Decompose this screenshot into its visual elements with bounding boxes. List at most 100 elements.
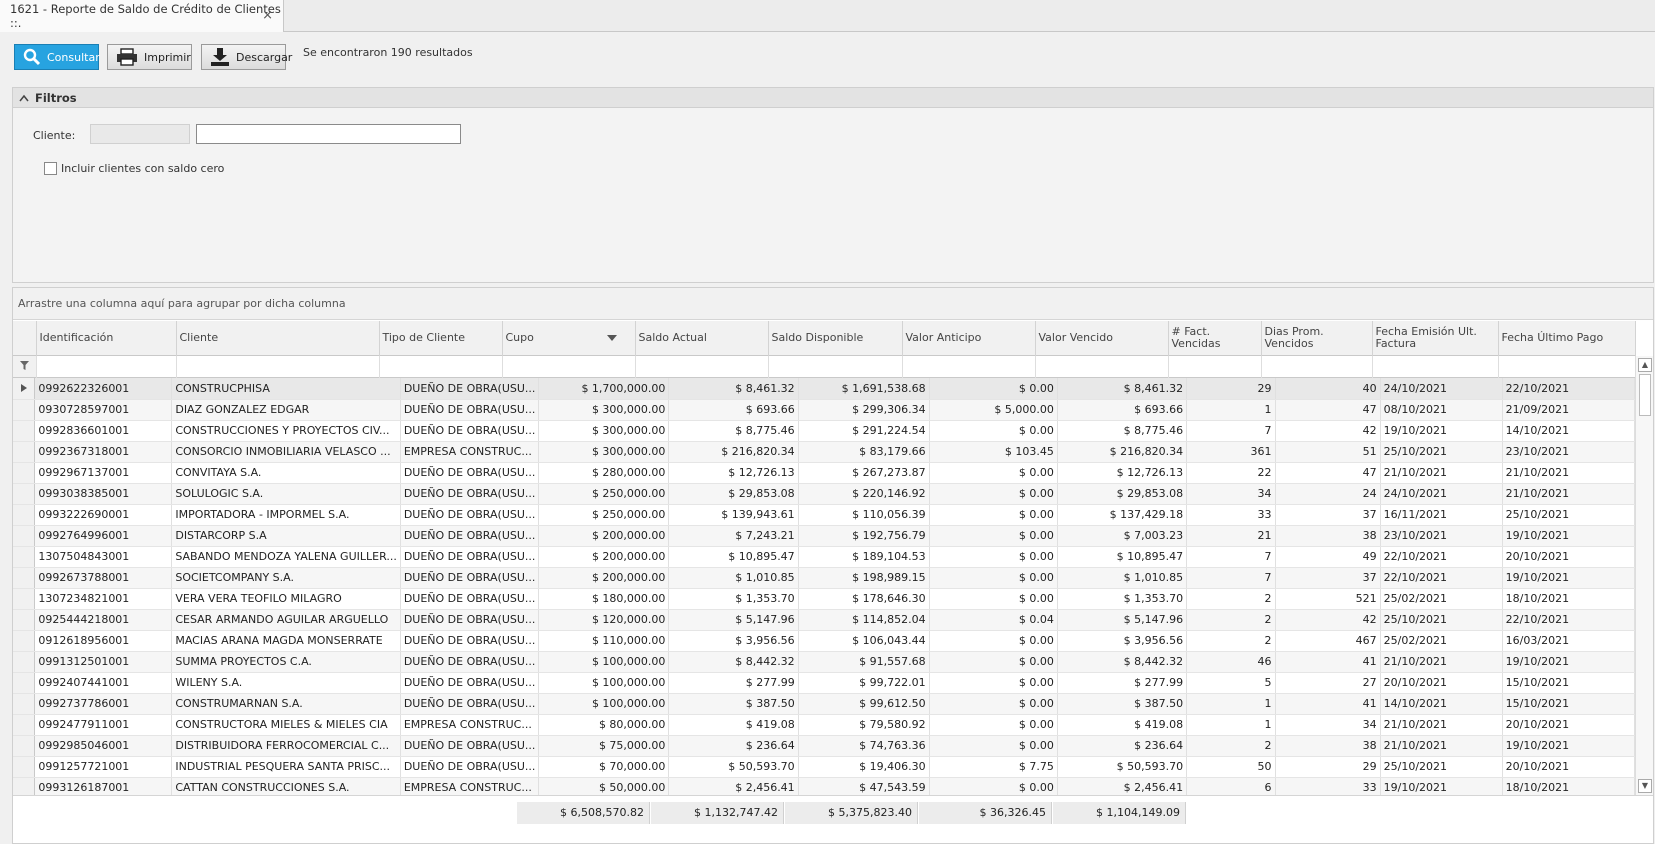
cliente-name-field[interactable] <box>196 124 461 144</box>
cell-fecha-pago[interactable]: 19/10/2021 <box>1502 735 1635 757</box>
cell-fact-vencidas[interactable]: 2 <box>1186 588 1276 610</box>
cell-tipo-cliente[interactable]: DUEÑO DE OBRA(USU... <box>400 399 540 421</box>
cell-valor-anticipo[interactable]: $ 0.00 <box>929 546 1058 568</box>
header-fecha-emision[interactable]: Fecha Emisión Ult. Factura <box>1372 321 1499 355</box>
table-row[interactable]: 0992673788001 SOCIETCOMPANY S.A. DUEÑO DE … <box>13 567 1635 589</box>
cell-cliente[interactable]: SABANDO MENDOZA YALENA GUILLER... <box>171 546 401 568</box>
cell-fact-vencidas[interactable]: 1 <box>1186 693 1276 715</box>
cell-saldo-disponible[interactable]: $ 106,043.44 <box>798 630 930 652</box>
cell-cupo[interactable]: $ 250,000.00 <box>538 504 670 526</box>
table-row[interactable]: 0992367318001 CONSORCIO INMOBILIARIA VELA… <box>13 441 1635 463</box>
cell-dias-prom[interactable]: 51 <box>1275 441 1381 463</box>
header-identificacion[interactable]: Identificación <box>36 321 177 355</box>
cell-fact-vencidas[interactable]: 361 <box>1186 441 1276 463</box>
cell-cliente[interactable]: DISTARCORP S.A <box>171 525 401 547</box>
vertical-scrollbar[interactable]: ▲ ▼ <box>1635 356 1653 795</box>
filter-cell[interactable] <box>1168 356 1262 377</box>
cell-cliente[interactable]: CESAR ARMANDO AGUILAR ARGUELLO <box>171 609 401 631</box>
cell-dias-prom[interactable]: 37 <box>1275 567 1381 589</box>
cell-cupo[interactable]: $ 110,000.00 <box>538 630 670 652</box>
cell-cupo[interactable]: $ 300,000.00 <box>538 441 670 463</box>
cell-fecha-emision[interactable]: 25/02/2021 <box>1380 588 1503 610</box>
include-zero-checkbox-row[interactable]: Incluir clientes con saldo cero <box>44 162 224 175</box>
row-indicator[interactable] <box>13 672 36 694</box>
cell-fecha-pago[interactable]: 23/10/2021 <box>1502 441 1635 463</box>
cell-fecha-pago[interactable]: 21/10/2021 <box>1502 483 1635 505</box>
cell-fecha-emision[interactable]: 21/10/2021 <box>1380 735 1503 757</box>
cell-identificacion[interactable]: 0993126187001 <box>34 777 173 795</box>
cell-fact-vencidas[interactable]: 1 <box>1186 714 1276 736</box>
cell-saldo-actual[interactable]: $ 7,243.21 <box>668 525 799 547</box>
cell-valor-anticipo[interactable]: $ 0.00 <box>929 588 1058 610</box>
cell-fecha-pago[interactable]: 15/10/2021 <box>1502 693 1635 715</box>
table-row[interactable]: 0992737786001 CONSTRUMARNAN S.A. DUEÑO DE … <box>13 693 1635 715</box>
cell-fecha-emision[interactable]: 08/10/2021 <box>1380 399 1503 421</box>
cell-valor-anticipo[interactable]: $ 0.00 <box>929 693 1058 715</box>
cell-fecha-pago[interactable]: 14/10/2021 <box>1502 420 1635 442</box>
cell-saldo-disponible[interactable]: $ 291,224.54 <box>798 420 930 442</box>
cell-valor-vencido[interactable]: $ 277.99 <box>1057 672 1188 694</box>
cell-tipo-cliente[interactable]: DUEÑO DE OBRA(USU... <box>400 420 540 442</box>
cell-valor-vencido[interactable]: $ 7,003.23 <box>1057 525 1188 547</box>
cell-dias-prom[interactable]: 41 <box>1275 651 1381 673</box>
tab-report[interactable]: 1621 - Reporte de Saldo de Crédito de Cl… <box>0 0 284 32</box>
cell-dias-prom[interactable]: 47 <box>1275 399 1381 421</box>
cell-dias-prom[interactable]: 42 <box>1275 609 1381 631</box>
cell-valor-vencido[interactable]: $ 8,442.32 <box>1057 651 1188 673</box>
cell-tipo-cliente[interactable]: DUEÑO DE OBRA(USU... <box>400 483 540 505</box>
cliente-code-field[interactable] <box>90 124 190 144</box>
filter-cell[interactable] <box>768 356 903 377</box>
cell-cliente[interactable]: CONSTRUCCIONES Y PROYECTOS CIV... <box>171 420 401 442</box>
row-indicator[interactable] <box>13 420 36 442</box>
cell-saldo-disponible[interactable]: $ 19,406.30 <box>798 756 930 778</box>
cell-identificacion[interactable]: 1307504843001 <box>34 546 173 568</box>
cell-valor-vencido[interactable]: $ 419.08 <box>1057 714 1188 736</box>
cell-fecha-pago[interactable]: 22/10/2021 <box>1502 378 1635 400</box>
cell-fecha-emision[interactable]: 21/10/2021 <box>1380 462 1503 484</box>
cell-fact-vencidas[interactable]: 21 <box>1186 525 1276 547</box>
header-valor-vencido[interactable]: Valor Vencido <box>1035 321 1169 355</box>
filter-cell[interactable] <box>36 356 177 377</box>
cell-valor-vencido[interactable]: $ 387.50 <box>1057 693 1188 715</box>
filter-cell[interactable] <box>1035 356 1169 377</box>
cell-fact-vencidas[interactable]: 2 <box>1186 630 1276 652</box>
cell-fecha-emision[interactable]: 25/10/2021 <box>1380 609 1503 631</box>
table-row[interactable]: 0992836601001 CONSTRUCCIONES Y PROYECTOS … <box>13 420 1635 442</box>
cell-fecha-pago[interactable]: 21/09/2021 <box>1502 399 1635 421</box>
filter-cell[interactable] <box>1498 356 1636 377</box>
cell-dias-prom[interactable]: 29 <box>1275 756 1381 778</box>
chevron-up-icon[interactable] <box>19 94 29 102</box>
cell-fecha-emision[interactable]: 22/10/2021 <box>1380 567 1503 589</box>
table-row[interactable]: 0992407441001 WILENY S.A. DUEÑO DE OBRA(US… <box>13 672 1635 694</box>
cell-dias-prom[interactable]: 42 <box>1275 420 1381 442</box>
cell-cupo[interactable]: $ 250,000.00 <box>538 483 670 505</box>
cell-saldo-disponible[interactable]: $ 1,691,538.68 <box>798 378 930 400</box>
cell-fact-vencidas[interactable]: 7 <box>1186 567 1276 589</box>
header-saldo-disponible[interactable]: Saldo Disponible <box>768 321 903 355</box>
cell-fecha-pago[interactable]: 21/10/2021 <box>1502 462 1635 484</box>
cell-fact-vencidas[interactable]: 2 <box>1186 735 1276 757</box>
cell-fact-vencidas[interactable]: 7 <box>1186 420 1276 442</box>
cell-tipo-cliente[interactable]: DUEÑO DE OBRA(USU... <box>400 630 540 652</box>
cell-saldo-disponible[interactable]: $ 189,104.53 <box>798 546 930 568</box>
row-indicator[interactable] <box>13 441 36 463</box>
cell-valor-anticipo[interactable]: $ 0.00 <box>929 630 1058 652</box>
cell-valor-vencido[interactable]: $ 29,853.08 <box>1057 483 1188 505</box>
cell-fecha-emision[interactable]: 14/10/2021 <box>1380 693 1503 715</box>
cell-cupo[interactable]: $ 80,000.00 <box>538 714 670 736</box>
row-indicator[interactable] <box>13 504 36 526</box>
cell-tipo-cliente[interactable]: DUEÑO DE OBRA(USU... <box>400 735 540 757</box>
cell-cliente[interactable]: CONSTRUCPHISA <box>171 378 401 400</box>
cell-identificacion[interactable]: 0992477911001 <box>34 714 173 736</box>
cell-dias-prom[interactable]: 41 <box>1275 693 1381 715</box>
cell-saldo-actual[interactable]: $ 3,956.56 <box>668 630 799 652</box>
cell-saldo-actual[interactable]: $ 1,353.70 <box>668 588 799 610</box>
header-dias-prom[interactable]: Dias Prom. Vencidos <box>1261 321 1373 355</box>
row-indicator[interactable] <box>13 609 36 631</box>
cell-saldo-disponible[interactable]: $ 99,612.50 <box>798 693 930 715</box>
cell-cupo[interactable]: $ 300,000.00 <box>538 399 670 421</box>
cell-dias-prom[interactable]: 467 <box>1275 630 1381 652</box>
cell-fecha-emision[interactable]: 24/10/2021 <box>1380 483 1503 505</box>
row-indicator[interactable] <box>13 525 36 547</box>
cell-valor-anticipo[interactable]: $ 0.00 <box>929 483 1058 505</box>
